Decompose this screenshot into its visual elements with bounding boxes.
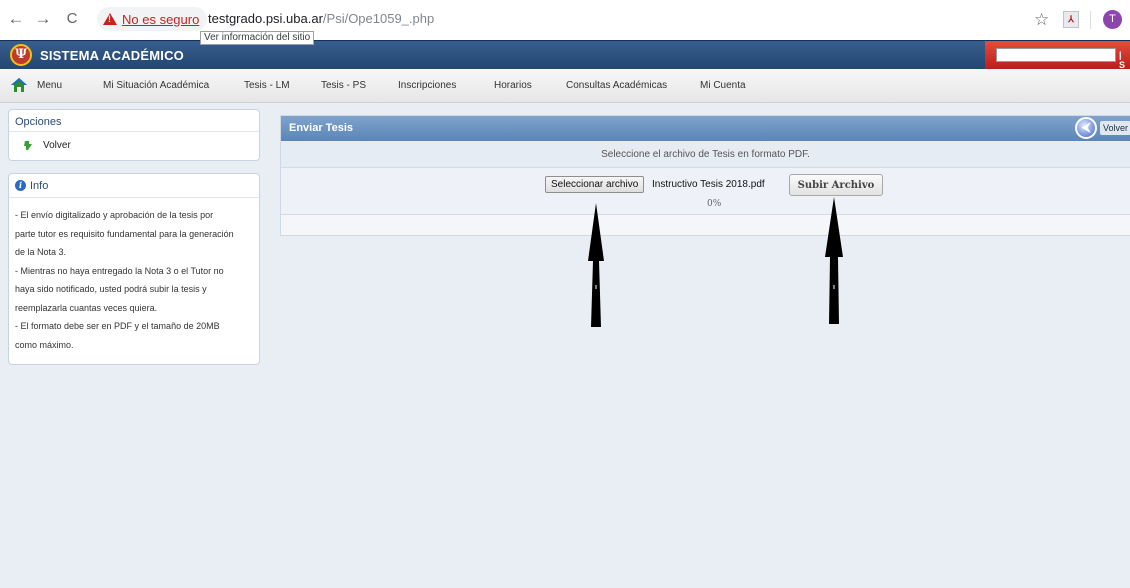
psi-logo-icon: Ψ <box>10 44 32 66</box>
info-header: i Info <box>9 174 259 198</box>
volver-button-label: Volver <box>1100 121 1130 135</box>
annotation-arrow-icon <box>588 203 604 327</box>
security-warning-text: No es seguro <box>122 11 200 27</box>
info-line: parte tutor es requisito fundamental par… <box>15 228 234 239</box>
menu-item-inscripciones[interactable]: Inscripciones <box>398 80 456 91</box>
home-icon[interactable] <box>11 78 27 92</box>
header-search-input[interactable] <box>996 48 1116 62</box>
info-panel: i Info - El envío digitalizado y aprobac… <box>8 173 260 365</box>
upload-panel-title: Enviar Tesis <box>289 122 353 134</box>
info-line: - El formato debe ser en PDF y el tamaño… <box>15 321 220 331</box>
forward-icon[interactable]: → <box>33 9 53 29</box>
upload-instruction: Seleccione el archivo de Tesis en format… <box>281 141 1130 168</box>
pdf-extension-icon[interactable]: ⅄ <box>1063 11 1079 28</box>
url-path: /Psi/Ope1059_.php <box>322 11 435 26</box>
sidebar-volver-label: Volver <box>43 140 71 151</box>
menu-item-horarios[interactable]: Horarios <box>494 80 532 91</box>
app-header: Ψ SISTEMA ACADÉMICO | S <box>0 40 1130 70</box>
upload-submit-button[interactable]: Subir Archivo <box>789 174 883 196</box>
annotation-arrow-icon <box>825 197 843 324</box>
warning-icon <box>103 13 117 25</box>
volver-button[interactable]: ⮜ Volver <box>1075 117 1130 139</box>
browser-toolbar: ← → C No es seguro testgrado.psi.uba.ar/… <box>0 0 1130 40</box>
info-icon: i <box>15 180 26 191</box>
upload-panel: Enviar Tesis ⮜ Volver Seleccione el arch… <box>280 115 1130 236</box>
toolbar-divider <box>1090 11 1091 29</box>
menu-item-consultas[interactable]: Consultas Académicas <box>566 80 667 91</box>
back-icon[interactable]: ← <box>6 9 26 29</box>
options-title: Opciones <box>9 110 259 132</box>
info-line: como máximo. <box>15 339 74 350</box>
info-title: Info <box>30 179 49 192</box>
url-host: testgrado.psi.uba.ar <box>208 11 323 26</box>
select-file-button[interactable]: Seleccionar archivo <box>545 176 645 193</box>
address-bar-url[interactable]: testgrado.psi.uba.ar/Psi/Ope1059_.php <box>208 11 434 26</box>
options-panel: Opciones Volver <box>8 109 260 161</box>
sidebar-volver-link[interactable]: Volver <box>9 132 259 151</box>
selected-file-name: Instructivo Tesis 2018.pdf <box>652 179 765 190</box>
upload-panel-header: Enviar Tesis ⮜ Volver <box>281 116 1130 141</box>
header-right-text: | S <box>1119 50 1126 70</box>
bookmark-star-icon[interactable]: ☆ <box>1034 10 1049 30</box>
profile-avatar[interactable]: T <box>1103 10 1122 29</box>
upload-form-row: Seleccionar archivo Instructivo Tesis 20… <box>281 168 1130 215</box>
menu-item-menu[interactable]: Menu <box>37 80 62 91</box>
menu-item-tesis-lm[interactable]: Tesis - LM <box>244 80 290 91</box>
security-warning-chip[interactable]: No es seguro <box>97 7 208 31</box>
info-line: haya sido notificado, usted podrá subir … <box>15 284 207 294</box>
upload-panel-footer <box>281 215 1130 235</box>
info-line: de la Nota 3. <box>15 247 67 257</box>
menu-item-tesis-ps[interactable]: Tesis - PS <box>321 80 366 91</box>
info-line: - Mientras no haya entregado la Nota 3 o… <box>15 265 224 276</box>
info-body: - El envío digitalizado y aprobación de … <box>9 198 259 354</box>
main-menu-bar: Menu Mi Situación Académica Tesis - LM T… <box>0 69 1130 103</box>
info-line: - El envío digitalizado y aprobación de … <box>15 210 214 220</box>
reload-icon[interactable]: C <box>62 9 82 29</box>
menu-item-mi-cuenta[interactable]: Mi Cuenta <box>700 80 746 91</box>
app-title: SISTEMA ACADÉMICO <box>40 48 184 63</box>
back-arrow-icon <box>24 141 32 150</box>
info-line: reemplazarla cuantas veces quiera. <box>15 302 158 313</box>
upload-progress-text: 0% <box>707 199 722 209</box>
site-info-tooltip: Ver información del sitio <box>200 31 315 45</box>
back-circle-icon: ⮜ <box>1075 117 1097 139</box>
menu-item-situacion[interactable]: Mi Situación Académica <box>103 80 209 91</box>
